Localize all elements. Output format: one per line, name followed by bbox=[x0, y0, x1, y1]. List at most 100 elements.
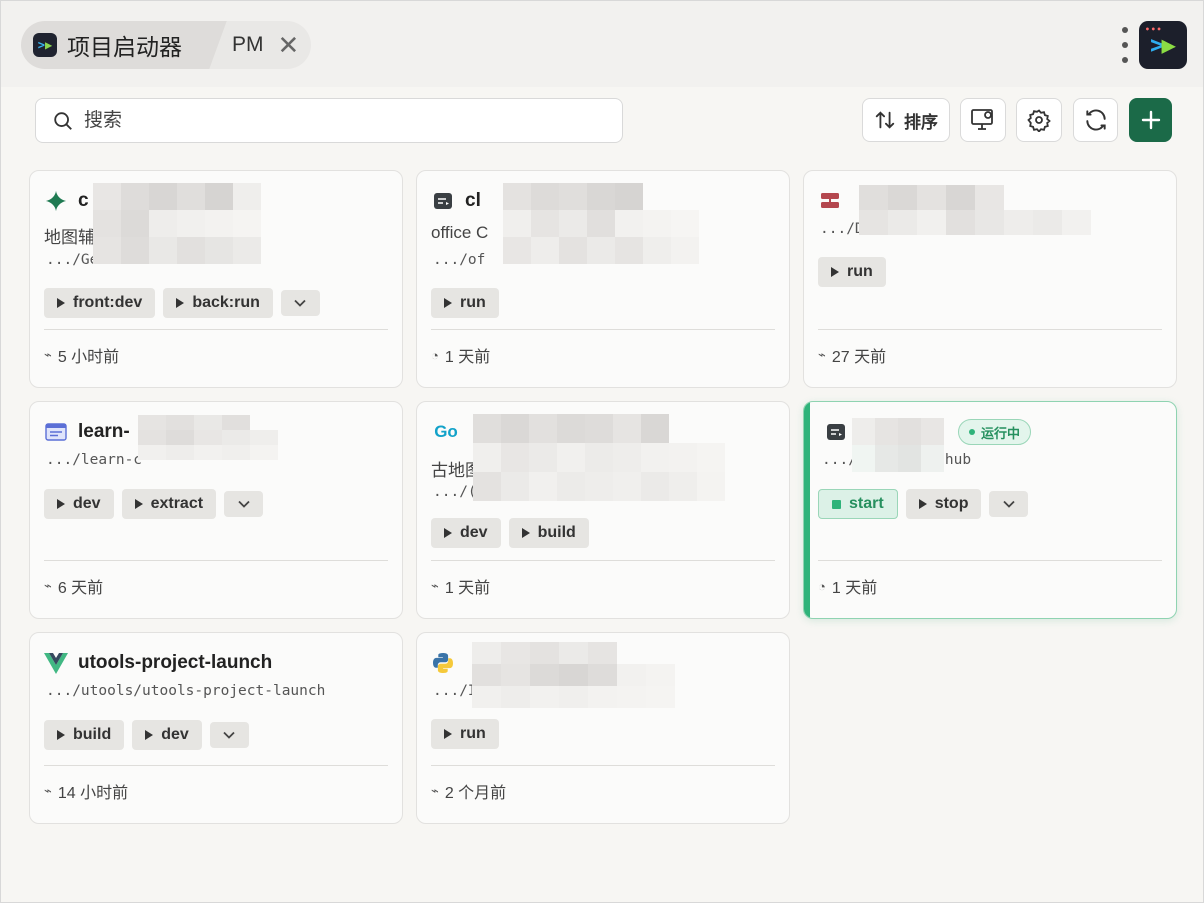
app-logo-large-icon[interactable]: ••• > ▶ bbox=[1139, 21, 1187, 69]
settings-button[interactable] bbox=[1016, 98, 1062, 142]
search-icon bbox=[54, 111, 72, 130]
card-divider bbox=[431, 329, 775, 330]
close-icon[interactable]: ✕ bbox=[278, 32, 300, 58]
play-icon bbox=[444, 729, 452, 739]
chevron-down-icon bbox=[294, 299, 307, 307]
sort-button[interactable]: 排序 bbox=[862, 98, 950, 142]
card-divider bbox=[431, 560, 775, 561]
project-name: utools-project-launch bbox=[78, 652, 273, 673]
gemini-sparkle-icon bbox=[44, 189, 68, 213]
last-run-time: ◔ 1 天前 bbox=[818, 578, 878, 598]
terminal-app-icon bbox=[824, 420, 848, 444]
running-script-button[interactable]: start bbox=[818, 489, 898, 519]
last-run-time: ⌁ 2 个月前 bbox=[431, 783, 507, 802]
project-path: .../Ge bbox=[46, 252, 99, 268]
script-actions: front:dev back:run bbox=[44, 288, 320, 318]
redacted-area bbox=[503, 183, 727, 264]
chevron-down-icon bbox=[1003, 500, 1015, 508]
monitor-settings-button[interactable] bbox=[960, 98, 1006, 142]
run-script-button[interactable]: run bbox=[431, 719, 499, 749]
project-name: cl bbox=[465, 190, 481, 211]
script-actions: run bbox=[431, 288, 499, 318]
script-actions: run bbox=[431, 719, 499, 749]
project-name: c bbox=[78, 190, 89, 211]
server-icon bbox=[818, 189, 842, 213]
script-actions: start stop bbox=[818, 489, 1029, 519]
activity-icon: ⌁ bbox=[431, 783, 439, 798]
play-icon bbox=[145, 730, 154, 740]
gear-icon bbox=[1027, 109, 1051, 132]
card-divider bbox=[44, 560, 388, 561]
run-script-button[interactable]: extract bbox=[121, 489, 217, 519]
project-description: 地图辅 bbox=[44, 228, 95, 247]
monitor-gear-icon bbox=[971, 109, 993, 130]
refresh-button[interactable] bbox=[1073, 98, 1118, 142]
run-script-button[interactable]: run bbox=[431, 288, 499, 318]
activity-icon: ⌁ bbox=[44, 347, 52, 362]
run-script-button[interactable]: dev bbox=[132, 720, 202, 750]
last-run-time: ⌁ 27 天前 bbox=[818, 347, 887, 366]
run-script-button[interactable]: stop bbox=[905, 489, 982, 519]
more-scripts-button[interactable] bbox=[209, 722, 249, 748]
project-card[interactable]: Go 古地图 .../( dev build ⌁ 1 天前 bbox=[416, 401, 790, 619]
project-description: office C bbox=[431, 223, 489, 242]
play-icon bbox=[444, 298, 452, 308]
title-bar: > ▶ 项目启动器 PM ✕ ••• > ▶ bbox=[1, 1, 1203, 87]
project-card[interactable]: .../I run ⌁ 2 个月前 bbox=[416, 632, 790, 824]
tab-project-launcher[interactable]: > ▶ 项目启动器 bbox=[21, 21, 204, 69]
run-script-button[interactable]: dev bbox=[44, 489, 114, 519]
search-box[interactable] bbox=[35, 98, 623, 143]
add-project-button[interactable] bbox=[1129, 98, 1172, 142]
last-run-time: ⌁ 14 小时前 bbox=[44, 783, 129, 802]
more-menu-icon[interactable] bbox=[1118, 27, 1132, 63]
project-path: .../utools/utools-project-launch bbox=[46, 683, 326, 699]
run-script-button[interactable]: build bbox=[508, 518, 589, 548]
project-card[interactable]: cl office C .../of run ◔ 1 天前 bbox=[416, 170, 790, 388]
sort-arrows-icon bbox=[875, 111, 895, 129]
more-scripts-button[interactable] bbox=[224, 491, 264, 517]
run-script-button[interactable]: dev bbox=[431, 518, 501, 548]
run-script-button[interactable]: run bbox=[818, 257, 886, 287]
card-divider bbox=[818, 560, 1162, 561]
play-icon bbox=[57, 298, 65, 308]
redacted-area bbox=[138, 415, 278, 460]
card-divider bbox=[431, 765, 775, 766]
more-scripts-button[interactable] bbox=[989, 491, 1029, 517]
clock-icon: ◔ bbox=[431, 347, 439, 363]
more-scripts-button[interactable] bbox=[280, 290, 320, 316]
running-status-badge: 运行中 bbox=[958, 419, 1032, 445]
project-card[interactable]: utools-project-launch .../utools/utools-… bbox=[29, 632, 403, 824]
project-card[interactable]: c 地图辅 .../Ge front:dev back:run ⌁ 5 小时前 bbox=[29, 170, 403, 388]
script-actions: dev extract bbox=[44, 489, 264, 519]
run-script-button[interactable]: back:run bbox=[163, 288, 273, 318]
project-card[interactable]: .../D run ⌁ 27 天前 bbox=[803, 170, 1177, 388]
chevron-down-icon bbox=[223, 731, 235, 739]
project-name: learn- bbox=[78, 421, 130, 442]
project-path: .../D bbox=[820, 221, 864, 237]
chevron-down-icon bbox=[237, 500, 250, 508]
last-run-time: ⌁ 6 天前 bbox=[44, 578, 104, 597]
project-card[interactable]: learn- .../learn-c dev extract ⌁ 6 天前 bbox=[29, 401, 403, 619]
search-input[interactable] bbox=[84, 109, 584, 132]
activity-icon: ⌁ bbox=[431, 578, 439, 593]
run-script-button[interactable]: build bbox=[44, 720, 125, 750]
last-run-time: ⌁ 5 小时前 bbox=[44, 347, 120, 366]
script-actions: dev build bbox=[431, 518, 589, 548]
play-icon bbox=[176, 298, 185, 308]
activity-icon: ⌁ bbox=[818, 347, 826, 362]
tab-sub-label: PM bbox=[232, 33, 264, 56]
browser-window-icon bbox=[44, 420, 68, 444]
play-icon bbox=[521, 528, 530, 538]
redacted-area bbox=[93, 183, 289, 264]
activity-icon: ⌁ bbox=[44, 578, 52, 593]
redacted-area bbox=[473, 414, 725, 501]
card-divider bbox=[44, 765, 388, 766]
script-actions: run bbox=[818, 257, 886, 287]
vue-icon bbox=[44, 651, 68, 675]
script-actions: build dev bbox=[44, 720, 249, 750]
tab-title: 项目启动器 bbox=[67, 34, 182, 60]
run-script-button[interactable]: front:dev bbox=[44, 288, 156, 318]
clock-icon: ◔ bbox=[818, 578, 826, 594]
project-card-running[interactable]: 运行中 .../hub start stop ◔ 1 天前 bbox=[803, 401, 1177, 619]
activity-icon: ⌁ bbox=[44, 783, 52, 798]
